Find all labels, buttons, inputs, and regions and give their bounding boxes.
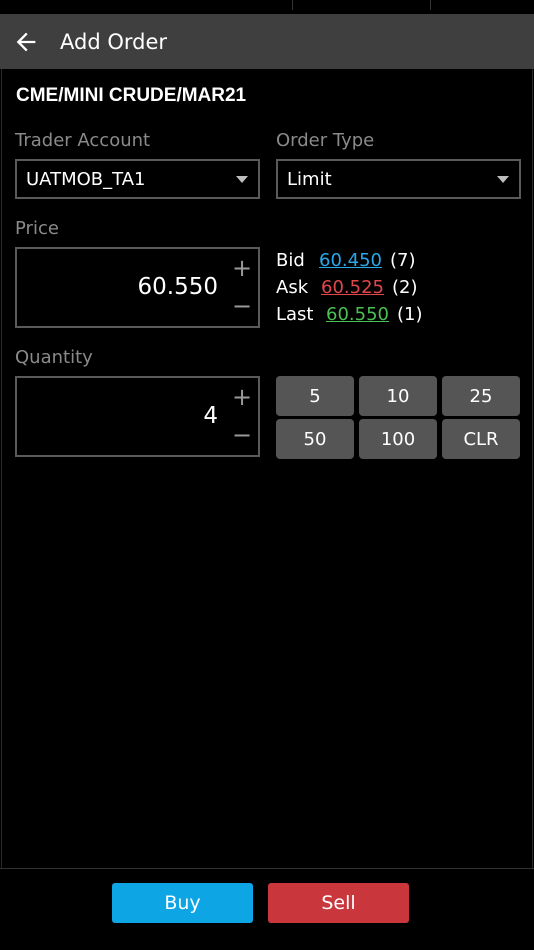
price-decrement-button[interactable]: − [232, 294, 252, 318]
last-price-link[interactable]: 60.550 [326, 304, 389, 325]
trader-account-value: UATMOB_TA1 [26, 168, 146, 190]
order-form: CME/MINI CRUDE/MAR21 Trader Account UATM… [1, 69, 533, 868]
order-type-label: Order Type [276, 130, 375, 151]
order-type-select[interactable]: Limit [276, 159, 521, 199]
status-bar [0, 0, 534, 14]
quantity-preset-25[interactable]: 25 [442, 376, 520, 416]
quantity-preset-100[interactable]: 100 [359, 419, 437, 459]
bid-qty: (7) [389, 250, 416, 271]
last-quote: Last 60.550 (1) [276, 304, 422, 325]
price-label: Price [15, 218, 59, 239]
quantity-stepper: 4 + − [15, 376, 260, 457]
quantity-preset-5[interactable]: 5 [276, 376, 354, 416]
quantity-preset-10[interactable]: 10 [359, 376, 437, 416]
trader-account-select[interactable]: UATMOB_TA1 [15, 159, 260, 199]
quantity-decrement-button[interactable]: − [232, 423, 252, 447]
last-qty: (1) [396, 304, 423, 325]
contract-name: CME/MINI CRUDE/MAR21 [16, 85, 247, 106]
order-type-value: Limit [287, 168, 332, 190]
action-bar: Buy Sell [0, 868, 534, 950]
ask-qty: (2) [391, 277, 418, 298]
quantity-clear-button[interactable]: CLR [442, 419, 520, 459]
last-label: Last [276, 304, 314, 325]
price-stepper: 60.550 + − [15, 247, 260, 328]
chevron-down-icon [236, 176, 248, 183]
bid-label: Bid [276, 250, 305, 271]
quantity-label: Quantity [15, 347, 93, 368]
ask-quote: Ask 60.525 (2) [276, 277, 417, 298]
sell-button[interactable]: Sell [268, 883, 409, 923]
status-bar-divider [292, 0, 293, 10]
back-button[interactable] [0, 14, 52, 69]
price-input[interactable]: 60.550 [138, 274, 218, 300]
trader-account-label: Trader Account [15, 130, 151, 151]
quantity-input[interactable]: 4 [203, 403, 218, 429]
chevron-down-icon [497, 176, 509, 183]
bid-price-link[interactable]: 60.450 [319, 250, 382, 271]
ask-price-link[interactable]: 60.525 [321, 277, 384, 298]
quantity-preset-50[interactable]: 50 [276, 419, 354, 459]
price-increment-button[interactable]: + [232, 256, 252, 280]
ask-label: Ask [276, 277, 309, 298]
buy-button[interactable]: Buy [112, 883, 253, 923]
quantity-increment-button[interactable]: + [232, 385, 252, 409]
page-title: Add Order [60, 29, 168, 54]
status-bar-divider [430, 0, 431, 10]
app-bar: Add Order [0, 14, 534, 69]
bid-quote: Bid 60.450 (7) [276, 250, 415, 271]
arrow-left-icon [16, 32, 36, 51]
